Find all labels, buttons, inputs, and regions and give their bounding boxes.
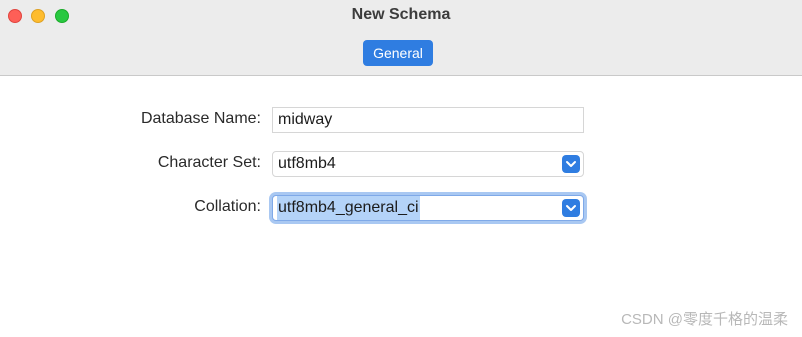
watermark: CSDN @零度千格的温柔 (621, 311, 788, 328)
database-name-label: Database Name: (140, 110, 261, 127)
window-title: New Schema (351, 6, 451, 23)
chevron-down-icon[interactable] (562, 155, 580, 173)
collation-select[interactable]: utf8mb4_general_ci (272, 195, 584, 221)
database-name-input[interactable] (272, 107, 584, 133)
collation-value: utf8mb4_general_ci (277, 196, 420, 220)
character-set-label: Character Set: (157, 154, 261, 171)
collation-label: Collation: (194, 198, 261, 215)
character-set-select[interactable]: utf8mb4 (272, 151, 584, 177)
title-bar: New Schema (0, 0, 802, 34)
tab-bar: General (0, 34, 802, 76)
new-schema-window: New Schema General Database Name: Charac… (0, 0, 802, 337)
chevron-down-icon[interactable] (562, 199, 580, 217)
character-set-value: utf8mb4 (278, 155, 336, 172)
tab-general[interactable]: General (363, 40, 433, 66)
